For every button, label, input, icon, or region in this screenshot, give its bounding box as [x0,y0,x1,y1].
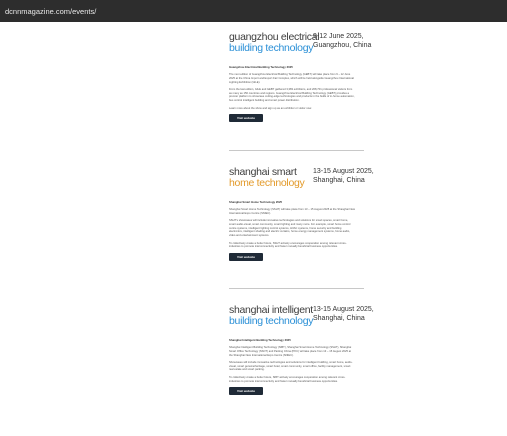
event-paragraph: To collectively create a better future, … [229,375,346,383]
address-bar[interactable]: dcnnmagazine.com/events/ [0,0,507,22]
event-paragraph: SSHT's showcases will include innovative… [229,219,351,238]
logo-line-2: home technology [229,176,305,189]
logo-line-1: shanghai intelligent [229,304,313,316]
visit-website-button[interactable]: Visit website [229,387,263,396]
event-paragraph: Shanghai Smart Home Technology (SSHT) wi… [229,208,355,215]
event-subtitle: Guangzhou Electrical Building Technology… [229,65,293,69]
event-subtitle: Shanghai Intelligent Building Technology… [229,338,291,342]
url-text[interactable]: dcnnmagazine.com/events/ [5,7,96,16]
event-paragraph: Shanghai Intelligent Building Technology… [229,346,352,357]
event-location: Shanghai, China [313,314,365,322]
event-header: shanghai intelligent building technology… [229,304,374,335]
logo-line-1: shanghai smart [229,166,297,178]
event-header: shanghai smart home technology 13-15 Aug… [229,167,374,197]
event-subtitle: Shanghai Smart Home Technology 2025 [229,200,283,204]
visit-website-button[interactable]: Visit website [229,253,263,262]
event-date: 9-12 June 2025, [313,33,364,40]
event-date: 13-15 August 2025, [313,168,374,175]
event-card: shanghai smart home technology 13-15 Aug… [229,151,374,288]
event-logo: shanghai intelligent building technology [229,304,314,327]
event-paragraph: Learn more about the show and sign up as… [229,106,312,110]
event-logo: shanghai smart home technology [229,167,309,188]
event-date-location: 9-12 June 2025, Guangzhou, China [313,33,373,50]
event-location: Guangzhou, China [313,41,372,49]
event-location: Shanghai, China [313,176,365,184]
event-date-location: 13-15 August 2025, Shanghai, China [313,306,374,323]
event-card: shanghai intelligent building technology… [229,289,374,409]
event-paragraph: The next edition of Guangzhou Electrical… [229,73,354,84]
logo-line-2: building technology [229,314,314,327]
logo-line-2: building technology [229,41,314,54]
visit-website-button[interactable]: Visit website [229,114,263,123]
event-paragraph: From the last edition, GILE and GEBT gat… [229,87,355,103]
events-list: guangzhou electrical building technology… [229,31,374,409]
event-paragraph: To collectively create a better future, … [229,241,347,249]
event-date: 13-15 August 2025, [313,306,374,313]
logo-line-1: guangzhou electrical [229,31,320,43]
event-logo: guangzhou electrical building technology [229,31,320,54]
event-date-location: 13-15 August 2025, Shanghai, China [313,168,374,185]
event-card: guangzhou electrical building technology… [229,31,371,150]
event-paragraph: Showcases will include innovative techno… [229,360,353,372]
event-header: guangzhou electrical building technology… [229,31,371,62]
